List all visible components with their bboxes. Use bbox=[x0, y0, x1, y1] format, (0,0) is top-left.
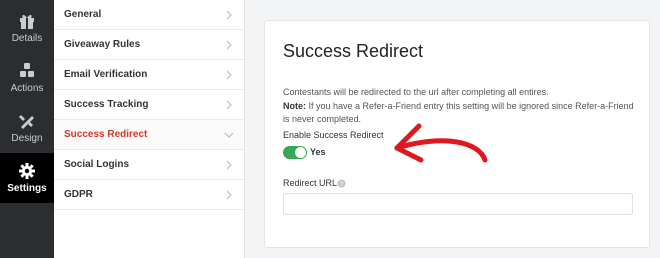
chevron-right-icon bbox=[226, 10, 232, 20]
menu-item-giveaway-rules[interactable]: Giveaway Rules bbox=[54, 30, 244, 60]
rail-label: Design bbox=[11, 133, 43, 144]
gear-icon bbox=[19, 163, 35, 179]
menu-item-label: Social Logins bbox=[64, 159, 130, 170]
chevron-down-icon bbox=[224, 132, 234, 138]
settings-menu: General Giveaway Rules Email Verificatio… bbox=[54, 0, 245, 258]
rail-item-actions[interactable]: Actions bbox=[0, 53, 54, 103]
menu-item-label: Success Redirect bbox=[64, 129, 148, 140]
redirect-url-label: Redirect URL bbox=[283, 178, 338, 188]
rail-item-design[interactable]: Design bbox=[0, 103, 54, 153]
chevron-right-icon bbox=[226, 100, 232, 110]
chevron-right-icon bbox=[226, 190, 232, 200]
rail-label: Actions bbox=[10, 83, 44, 94]
menu-item-label: Email Verification bbox=[64, 69, 148, 80]
toggle-knob bbox=[295, 147, 306, 158]
toggle-value: Yes bbox=[310, 147, 326, 157]
rail-label: Details bbox=[11, 33, 43, 44]
help-icon[interactable]: ? bbox=[337, 179, 346, 188]
rail-item-settings[interactable]: Settings bbox=[0, 153, 54, 203]
menu-item-success-redirect[interactable]: Success Redirect bbox=[54, 120, 244, 150]
success-redirect-toggle[interactable] bbox=[283, 146, 307, 159]
menu-item-label: Giveaway Rules bbox=[64, 39, 141, 50]
panel-title: Success Redirect bbox=[283, 41, 424, 61]
menu-item-label: GDPR bbox=[64, 189, 93, 200]
redirect-url-input[interactable] bbox=[283, 193, 633, 215]
gift-icon bbox=[20, 14, 34, 29]
chevron-right-icon bbox=[226, 160, 232, 170]
menu-item-social-logins[interactable]: Social Logins bbox=[54, 150, 244, 180]
menu-item-success-tracking[interactable]: Success Tracking bbox=[54, 90, 244, 120]
menu-item-label: General bbox=[64, 9, 102, 20]
brush-pencil-icon bbox=[19, 115, 34, 129]
menu-item-gdpr[interactable]: GDPR bbox=[54, 180, 244, 210]
description-text: Contestants will be redirected to the ur… bbox=[283, 87, 549, 97]
note-label: Note: bbox=[283, 100, 306, 111]
annotation-arrow bbox=[394, 123, 488, 163]
chevron-right-icon bbox=[226, 40, 232, 50]
menu-item-email-verification[interactable]: Email Verification bbox=[54, 60, 244, 90]
rail-item-details[interactable]: Details bbox=[0, 3, 54, 53]
svg-text:?: ? bbox=[340, 181, 344, 188]
menu-item-label: Success Tracking bbox=[64, 99, 149, 110]
toggle-label: Enable Success Redirect bbox=[283, 130, 384, 140]
cubes-icon bbox=[20, 63, 34, 77]
menu-item-general[interactable]: General bbox=[54, 0, 244, 30]
chevron-right-icon bbox=[226, 70, 232, 80]
icon-rail: Details Actions Design Settings bbox=[0, 0, 54, 258]
rail-label: Settings bbox=[7, 183, 47, 194]
